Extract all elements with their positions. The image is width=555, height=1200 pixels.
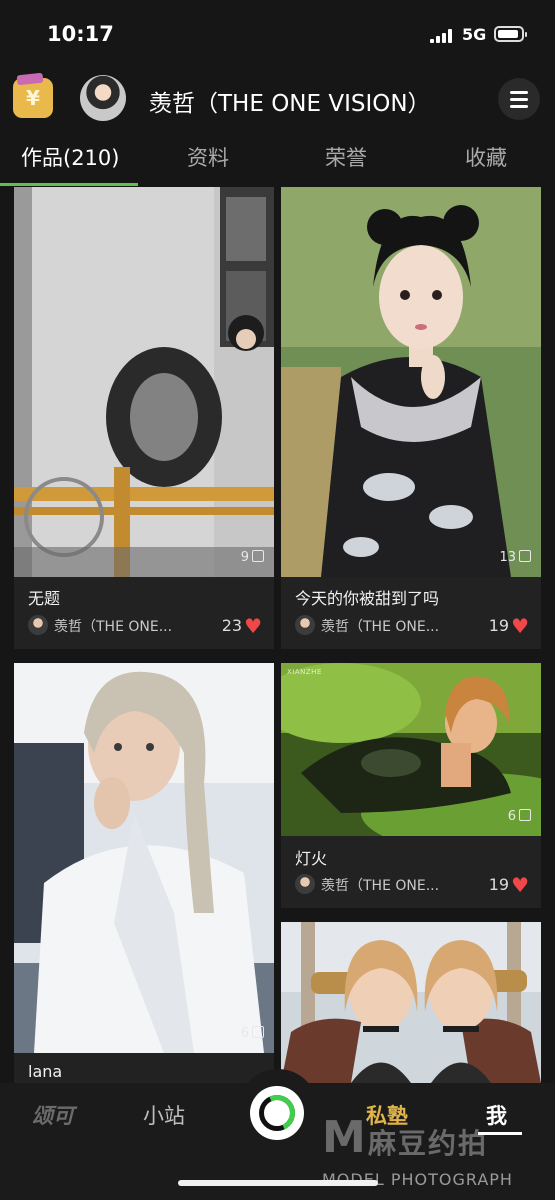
stack-icon bbox=[252, 550, 264, 562]
profile-header: ¥ 羡哲（THE ONE VISION） bbox=[0, 70, 555, 130]
wallet-symbol: ¥ bbox=[26, 86, 40, 110]
photo-caption: XIANZHE bbox=[287, 668, 322, 676]
tab-favorites[interactable]: 收藏 bbox=[465, 142, 507, 172]
photo-count: 13 bbox=[499, 550, 531, 565]
work-photo bbox=[281, 663, 541, 836]
signal-icon bbox=[430, 29, 456, 43]
status-time: 10:17 bbox=[47, 22, 114, 46]
work-photo bbox=[14, 663, 274, 1053]
heart-icon: ♥ bbox=[511, 614, 529, 638]
like-count[interactable]: 19 ♥ bbox=[489, 873, 529, 897]
author-avatar bbox=[28, 615, 48, 635]
tab-underline bbox=[0, 183, 138, 186]
work-card[interactable]: 6 lana bbox=[14, 663, 274, 1083]
like-count[interactable]: 19 ♥ bbox=[489, 614, 529, 638]
card-title: 无题 bbox=[28, 589, 61, 608]
page-title: 羡哲（THE ONE VISION） bbox=[149, 91, 431, 117]
nav-active-underline bbox=[478, 1132, 522, 1135]
author-name: 羡哲（THE ONE... bbox=[321, 878, 440, 894]
card-title: 灯火 bbox=[295, 849, 328, 868]
work-card[interactable]: XIANZHE 6 灯火 羡哲（THE ONE... 19 ♥ bbox=[281, 663, 541, 908]
photo-count: 6 bbox=[241, 1026, 264, 1041]
work-card[interactable]: 13 今天的你被甜到了吗 羡哲（THE ONE... 19 ♥ bbox=[281, 187, 541, 649]
avatar[interactable] bbox=[80, 75, 126, 121]
card-title: lana bbox=[28, 1062, 63, 1081]
menu-button[interactable] bbox=[498, 78, 540, 120]
stack-icon bbox=[519, 550, 531, 562]
stack-icon bbox=[519, 809, 531, 821]
heart-icon: ♥ bbox=[244, 614, 262, 638]
tab-works[interactable]: 作品(210) bbox=[21, 142, 119, 172]
nav-item-songke[interactable]: 颂可 bbox=[32, 1100, 74, 1130]
camera-button[interactable] bbox=[250, 1086, 304, 1140]
author-name: 羡哲（THE ONE... bbox=[54, 619, 173, 635]
heart-icon: ♥ bbox=[511, 873, 529, 897]
network-label: 5G bbox=[462, 25, 487, 44]
status-bar: 10:17 5G bbox=[0, 0, 555, 70]
tab-honors[interactable]: 荣誉 bbox=[325, 142, 367, 172]
home-indicator bbox=[178, 1180, 378, 1186]
work-card[interactable]: 9 无题 羡哲（THE ONE... 23 ♥ bbox=[14, 187, 274, 649]
work-photo bbox=[281, 922, 541, 1083]
photo-count: 9 bbox=[241, 550, 264, 565]
author-avatar bbox=[295, 615, 315, 635]
tab-profile[interactable]: 资料 bbox=[187, 142, 229, 172]
card-title: 今天的你被甜到了吗 bbox=[295, 589, 440, 608]
author-avatar bbox=[295, 874, 315, 894]
work-card[interactable] bbox=[281, 922, 541, 1083]
like-count[interactable]: 23 ♥ bbox=[222, 614, 262, 638]
menu-icon bbox=[510, 91, 528, 94]
nav-item-academy[interactable]: 私塾 bbox=[366, 1100, 408, 1130]
author-name: 羡哲（THE ONE... bbox=[321, 619, 440, 635]
stack-icon bbox=[252, 1026, 264, 1038]
nav-item-station[interactable]: 小站 bbox=[143, 1100, 185, 1130]
work-photo bbox=[14, 187, 274, 577]
wallet-icon[interactable]: ¥ bbox=[13, 78, 53, 118]
photo-count: 6 bbox=[508, 809, 531, 824]
work-photo bbox=[281, 187, 541, 577]
nav-item-me[interactable]: 我 bbox=[486, 1100, 507, 1130]
profile-tabs: 作品(210) 资料 荣誉 收藏 bbox=[0, 135, 555, 187]
battery-icon bbox=[494, 26, 527, 42]
